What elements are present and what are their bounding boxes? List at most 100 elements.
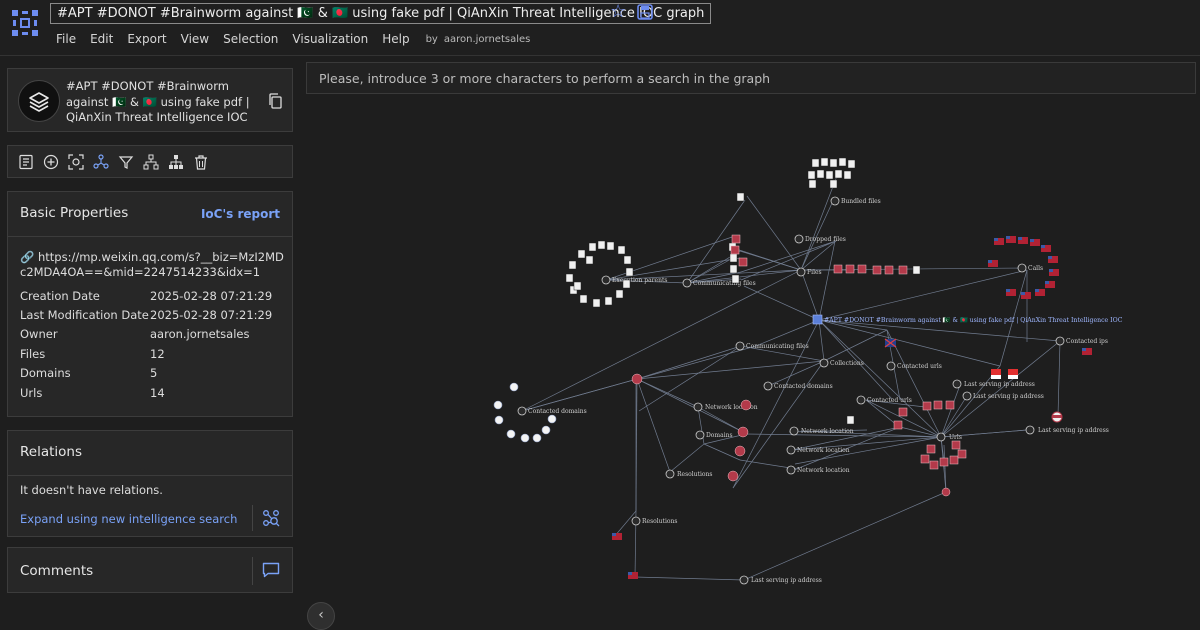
add-node-icon[interactable] [43, 154, 59, 170]
menu-bar: File Edit Export View Selection Visualiz… [56, 31, 530, 47]
hub-node-urls[interactable]: Urls [936, 432, 962, 442]
prop-key: Urls [20, 386, 43, 400]
hub-node-collections[interactable]: Collections [819, 358, 864, 368]
expand-intelligence-search-link[interactable]: Expand using new intelligence search [20, 512, 237, 526]
hub-node-last-serving-ip-1[interactable]: Last serving ip address [952, 379, 1035, 389]
save-icon[interactable] [637, 4, 653, 20]
graph-toolbar [7, 145, 293, 178]
prop-value: 2025-02-28 07:21:29 [150, 308, 273, 322]
favorite-star-icon[interactable]: ☆ [610, 3, 628, 21]
graph-svg[interactable]: Bundled files Dropped files Files Execut… [300, 96, 1200, 621]
menu-selection[interactable]: Selection [223, 32, 278, 46]
prop-key: Creation Date [20, 289, 100, 303]
hub-node-last-serving-ip-2[interactable]: Last serving ip address [962, 391, 1044, 401]
relations-panel: Relations It doesn't have relations. Exp… [7, 430, 293, 537]
by-label: by [425, 33, 438, 45]
trash-icon[interactable] [193, 154, 209, 170]
hub-label: Contacted domains [774, 383, 833, 390]
hub-label: Contacted domains [528, 408, 587, 415]
hub-label: Resolutions [677, 471, 712, 478]
graph-hub-nodes[interactable]: Bundled files Dropped files Files Execut… [517, 196, 1109, 585]
hub-node-domains[interactable]: Domains [695, 430, 733, 440]
hierarchy-icon[interactable] [168, 154, 184, 170]
prop-key: Owner [20, 327, 58, 341]
menu-view[interactable]: View [181, 32, 209, 46]
hub-label: Files [807, 269, 822, 276]
menu-export[interactable]: Export [127, 32, 166, 46]
hub-node-files[interactable]: Files [796, 267, 822, 277]
hub-label: Dropped files [805, 236, 846, 243]
prop-value: 14 [150, 386, 165, 400]
hub-label: Network location [797, 447, 850, 454]
ioc-report-link[interactable]: IoC's report [201, 207, 280, 221]
basic-properties-panel: Basic Properties IoC's report 🔗 https://… [7, 191, 293, 417]
tree-layout-icon[interactable] [143, 154, 159, 170]
hub-node-calls[interactable]: Calls [1017, 263, 1043, 273]
report-icon[interactable] [18, 154, 34, 170]
hub-label: Last serving ip address [973, 393, 1044, 400]
hub-node-communicating-files-1[interactable]: Communicating files [682, 278, 756, 288]
relations-empty-text: It doesn't have relations. [20, 483, 163, 497]
hub-label: Urls [949, 434, 962, 441]
hub-node-contacted-urls-1[interactable]: Contacted urls [886, 361, 942, 371]
hub-node-contacted-urls-2[interactable]: Contacted urls [856, 395, 912, 405]
source-url-link[interactable]: 🔗 https://mp.weixin.qq.com/s?__biz=MzI2M… [20, 250, 288, 280]
menu-edit[interactable]: Edit [90, 32, 113, 46]
graph-edges [521, 175, 1061, 581]
collection-card: #APT #DONOT #Brainworm against 🇵🇰 & 🇧🇩 u… [7, 68, 293, 132]
menu-file[interactable]: File [56, 32, 76, 46]
divider [252, 557, 253, 585]
hub-label: Calls [1028, 265, 1043, 272]
menu-help[interactable]: Help [382, 32, 409, 46]
hub-node-network-location-3[interactable]: Network location [786, 445, 850, 455]
comments-panel: Comments [7, 547, 293, 593]
hub-node-resolutions-1[interactable]: Resolutions [665, 469, 712, 479]
owner-name: aaron.jornetsales [443, 33, 531, 45]
comment-bubble-icon[interactable] [262, 562, 280, 578]
divider [252, 505, 253, 531]
hub-label: Domains [706, 432, 733, 439]
central-collection-node[interactable]: #APT #DONOT #Brainworm against 🇵🇰 & 🇧🇩 u… [812, 314, 1123, 325]
hub-node-network-location-4[interactable]: Network location [786, 465, 850, 475]
hub-label: Last serving ip address [1038, 427, 1109, 434]
menu-visualization[interactable]: Visualization [292, 32, 368, 46]
collection-title: #APT #DONOT #Brainworm against 🇵🇰 & 🇧🇩 u… [66, 79, 250, 124]
hub-node-last-serving-ip-3[interactable]: Last serving ip address [1025, 425, 1109, 435]
prop-value: 2025-02-28 07:21:29 [150, 289, 273, 303]
hub-label: Contacted urls [897, 363, 942, 370]
hub-node-contacted-ips[interactable]: Contacted ips [1055, 336, 1108, 346]
hub-node-execution-parents[interactable]: Execution parents [601, 275, 667, 285]
hub-node-communicating-files-2[interactable]: Communicating files [735, 341, 809, 351]
hub-node-contacted-domains-1[interactable]: Contacted domains [517, 406, 587, 416]
hub-label: Resolutions [642, 518, 677, 525]
relations-heading: Relations [20, 444, 82, 460]
basic-properties-heading: Basic Properties [20, 205, 129, 221]
graph-nodes-icon[interactable] [11, 9, 39, 37]
basic-properties-header: Basic Properties IoC's report [8, 192, 292, 237]
hub-label: Communicating files [693, 280, 756, 287]
hub-label: Communicating files [746, 343, 809, 350]
focus-icon[interactable] [68, 153, 84, 170]
hub-label: Contacted urls [867, 397, 912, 404]
expand-graph-icon[interactable] [262, 509, 280, 527]
hub-label: Execution parents [612, 277, 667, 284]
collection-layers-icon [18, 80, 60, 122]
prop-key: Last Modification Date [20, 308, 149, 322]
graph-search-input[interactable] [306, 62, 1196, 94]
copy-icon[interactable] [268, 93, 282, 109]
hub-node-last-serving-ip-4[interactable]: Last serving ip address [739, 575, 822, 585]
hub-node-bundled-files[interactable]: Bundled files [830, 196, 881, 206]
ip-flag-nodes[interactable] [612, 236, 1092, 579]
hub-label: Last serving ip address [964, 381, 1035, 388]
graph-canvas[interactable]: Bundled files Dropped files Files Execut… [300, 96, 1200, 621]
hub-node-dropped-files[interactable]: Dropped files [794, 234, 846, 244]
filter-brush-icon[interactable] [118, 154, 134, 170]
hub-label: Contacted ips [1066, 338, 1108, 345]
hub-node-resolutions-2[interactable]: Resolutions [631, 516, 677, 526]
prop-key: Domains [20, 366, 71, 380]
hub-node-contacted-domains-2[interactable]: Contacted domains [763, 381, 833, 391]
comments-heading: Comments [20, 563, 94, 579]
top-bar: #APT #DONOT #Brainworm against 🇵🇰 & 🇧🇩 u… [0, 0, 1200, 56]
hub-node-network-location-2[interactable]: Network location [789, 426, 854, 436]
cluster-icon[interactable] [93, 153, 109, 170]
